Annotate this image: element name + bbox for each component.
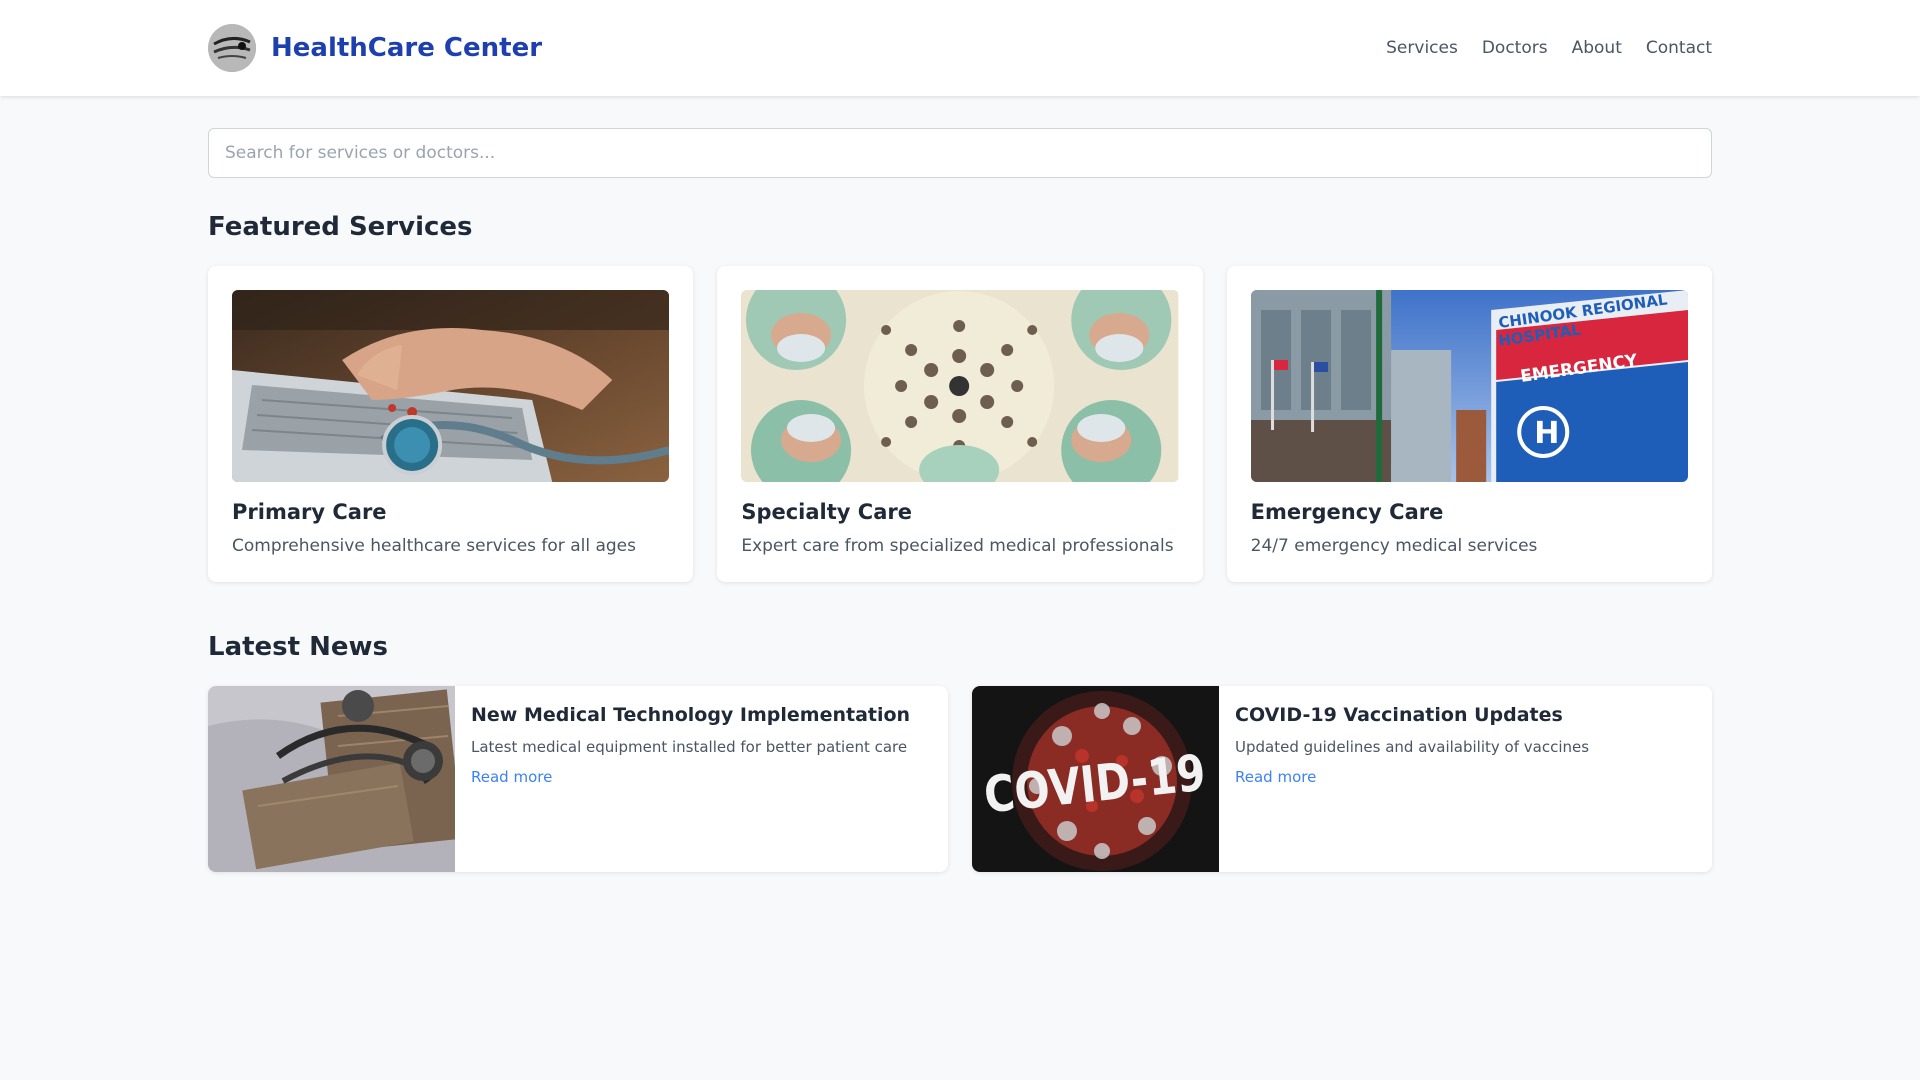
news-description: Updated guidelines and availability of v… bbox=[1235, 738, 1590, 756]
stethoscope-logo-icon bbox=[208, 24, 256, 72]
service-card-emergency-care[interactable]: H CHINOOK REGIONAL HOSPITAL EMERGENCY Em… bbox=[1226, 266, 1712, 582]
read-more-link[interactable]: Read more bbox=[1235, 768, 1316, 786]
stethoscope-photo bbox=[208, 686, 455, 872]
nav-link-about[interactable]: About bbox=[1572, 38, 1622, 58]
surgeons-operating-light-photo bbox=[741, 290, 1179, 482]
brand-name: HealthCare Center bbox=[271, 33, 543, 63]
navbar: HealthCare Center Services Doctors About… bbox=[0, 0, 1920, 96]
latest-news-title: Latest News bbox=[208, 632, 389, 662]
navbar-inner: HealthCare Center Services Doctors About… bbox=[208, 0, 1712, 96]
service-title: Primary Care bbox=[232, 500, 387, 524]
hospital-h-symbol: H bbox=[1534, 416, 1559, 451]
featured-services-grid: Primary Care Comprehensive healthcare se… bbox=[208, 266, 1712, 582]
news-description: Latest medical equipment installed for b… bbox=[471, 738, 908, 756]
news-body: New Medical Technology Implementation La… bbox=[455, 686, 926, 872]
service-title: Emergency Care bbox=[1250, 500, 1444, 524]
nav-link-services[interactable]: Services bbox=[1386, 38, 1458, 58]
covid-19-virus-photo: COVID-19 bbox=[972, 686, 1219, 872]
search-input[interactable] bbox=[208, 128, 1712, 178]
brand-link[interactable]: HealthCare Center bbox=[208, 24, 542, 72]
main-content: Featured Services bbox=[208, 128, 1712, 872]
service-description: 24/7 emergency medical services bbox=[1250, 536, 1538, 556]
news-body: COVID-19 Vaccination Updates Updated gui… bbox=[1219, 686, 1605, 872]
latest-news-grid: New Medical Technology Implementation La… bbox=[208, 686, 1712, 872]
read-more-link[interactable]: Read more bbox=[471, 768, 552, 786]
nav-link-contact[interactable]: Contact bbox=[1646, 38, 1712, 58]
service-description: Expert care from specialized medical pro… bbox=[741, 536, 1174, 556]
service-description: Comprehensive healthcare services for al… bbox=[232, 536, 636, 556]
news-card-covid-vaccination[interactable]: COVID-19 COVID-19 Vaccination Updates Up… bbox=[972, 686, 1712, 872]
main-nav: Services Doctors About Contact bbox=[1386, 38, 1712, 58]
laptop-stethoscope-photo bbox=[232, 290, 670, 482]
hospital-emergency-sign-photo: H CHINOOK REGIONAL HOSPITAL EMERGENCY bbox=[1250, 290, 1688, 482]
service-card-primary-care[interactable]: Primary Care Comprehensive healthcare se… bbox=[208, 266, 694, 582]
news-title: COVID-19 Vaccination Updates bbox=[1235, 704, 1563, 726]
news-title: New Medical Technology Implementation bbox=[471, 704, 911, 726]
news-card-medical-technology[interactable]: New Medical Technology Implementation La… bbox=[208, 686, 948, 872]
service-title: Specialty Care bbox=[741, 500, 912, 524]
featured-services-title: Featured Services bbox=[208, 212, 473, 242]
nav-link-doctors[interactable]: Doctors bbox=[1482, 38, 1548, 58]
search-container bbox=[208, 128, 1712, 178]
service-card-specialty-care[interactable]: Specialty Care Expert care from speciali… bbox=[717, 266, 1203, 582]
